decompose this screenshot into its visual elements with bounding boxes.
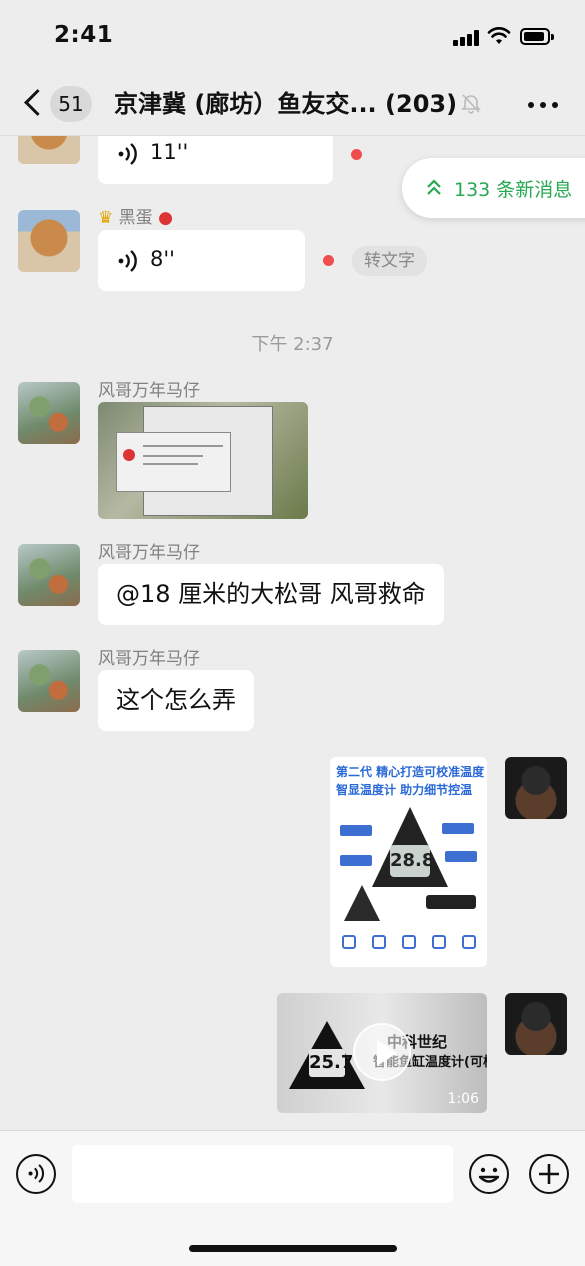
home-indicator[interactable] [189,1245,397,1252]
unread-count-badge[interactable]: 51 [50,86,92,122]
error-icon [123,449,135,461]
new-messages-button[interactable]: 133 条新消息 [402,158,585,218]
my-avatar[interactable] [505,993,567,1055]
voice-duration: 8'' [150,247,175,271]
back-button[interactable] [16,86,50,122]
mute-bell-icon [461,94,481,114]
text-message[interactable]: 这个怎么弄 [98,670,254,731]
sender-name: 风哥万年马仔 [98,649,200,669]
more-options-button[interactable] [526,94,560,114]
product-title-line2: 智显温度计 助力细节控温 [336,783,473,797]
image-message[interactable]: 第二代 精心打造可校准温度 智显温度计 助力细节控温 28.8 [330,757,487,967]
cellular-signal-icon [453,30,481,46]
voice-message[interactable]: 8'' [98,230,305,291]
battery-icon [520,28,554,45]
avatar[interactable] [18,382,80,444]
wifi-icon [487,27,511,44]
video-message[interactable]: 25.7 中科世纪 智能鱼缸温度计(可校准) 1:06 [277,993,487,1113]
sender-name-text: 黑蛋 [118,208,153,228]
unplayed-dot [323,255,334,266]
convert-to-text-button[interactable]: 转文字 [352,246,427,276]
unplayed-dot [351,149,362,160]
message-input[interactable] [72,1145,453,1203]
product-title-line1: 第二代 精心打造可校准温度 [336,765,485,779]
plus-icon [538,1163,559,1184]
thermometer-reading: 25.7 [309,1049,353,1077]
avatar[interactable] [18,544,80,606]
emoji-button[interactable] [469,1154,509,1194]
status-bar: 2:41 [0,0,585,72]
new-messages-label: 133 条新消息 [454,179,573,201]
chat-title: 京津冀 (廊坊）鱼友交... (203) [114,90,458,118]
crown-icon: ♛ [98,208,114,228]
voice-wave-icon [118,250,137,272]
thermometer-reading: 28.8 [390,845,434,877]
chat-header: 51 京津冀 (廊坊）鱼友交... (203) [0,72,585,136]
image-message[interactable] [98,402,308,519]
voice-input-button[interactable] [16,1154,56,1194]
voice-wave-icon [28,1164,45,1183]
screenshot-error-dialog [116,432,231,492]
mask-emoji-icon: ● [158,208,173,228]
avatar[interactable] [18,650,80,712]
status-time: 2:41 [54,22,114,48]
double-chevron-up-icon [427,179,441,195]
play-icon[interactable] [353,1023,411,1081]
avatar[interactable] [18,210,80,272]
more-functions-button[interactable] [529,1154,569,1194]
voice-duration: 11'' [150,140,189,164]
sender-name: 风哥万年马仔 [98,543,200,563]
text-message[interactable]: @18 厘米的大松哥 风哥救命 [98,564,444,625]
smiley-icon [478,1167,499,1183]
video-duration: 1:06 [447,1091,479,1107]
voice-wave-icon [118,143,137,165]
my-avatar[interactable] [505,757,567,819]
sender-name: ♛ 黑蛋 ● [98,203,173,228]
time-divider: 下午 2:37 [251,334,334,355]
sender-name: 风哥万年马仔 [98,381,200,401]
